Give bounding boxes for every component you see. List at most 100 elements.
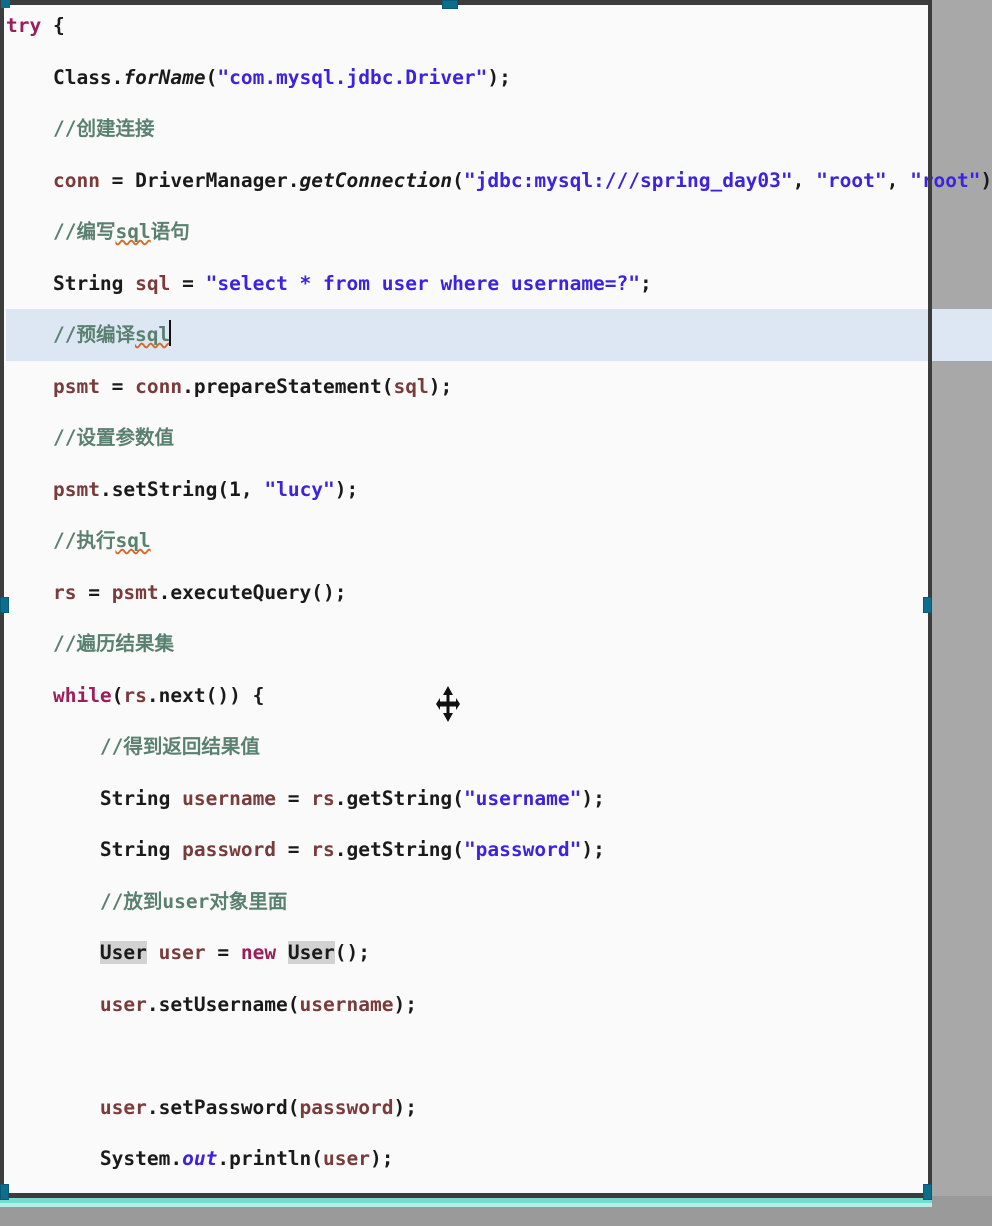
code-line[interactable]: String password = rs.getString("password… [6, 824, 992, 876]
resize-handle-top-left[interactable] [1, 0, 10, 8]
code-token: user [323, 1147, 371, 1170]
code-token: 对象里面 [209, 889, 288, 913]
code-token: println [229, 1147, 312, 1170]
code-token: //执行 [52, 529, 116, 552]
code-line[interactable]: psmt = conn.prepareStatement(sql); [6, 361, 992, 413]
code-token: = [276, 786, 312, 810]
code-line[interactable]: //创建连接 [6, 103, 992, 155]
code-line[interactable]: user.setUsername(username); [6, 979, 992, 1031]
code-token: String [99, 838, 171, 861]
code-token: ( [311, 1147, 324, 1170]
code-token: rs [123, 683, 147, 707]
code-line[interactable]: conn = DriverManager.getConnection("jdbc… [6, 155, 992, 207]
code-token: ()) { [205, 683, 265, 707]
code-token: user [99, 1095, 147, 1119]
text-caret [169, 320, 172, 346]
code-token: "jdbc:mysql:///spring_day03" [463, 168, 793, 192]
code-line[interactable]: User user = new User(); [6, 927, 992, 979]
code-token: . [158, 580, 171, 604]
code-line[interactable]: //遍历结果集 [6, 618, 992, 670]
code-line[interactable]: String sql = "select * from user where u… [6, 258, 992, 310]
code-token: ); [393, 1095, 417, 1119]
code-token: ( [111, 683, 124, 707]
code-line[interactable]: user.setPassword(password); [6, 1082, 992, 1134]
code-content[interactable]: try { Class.forName("com.mysql.jdbc.Driv… [0, 0, 992, 1226]
code-token: sql [115, 529, 151, 552]
code-line[interactable]: //得到返回结果值 [6, 721, 992, 773]
code-token: psmt [52, 374, 100, 398]
code-line[interactable]: //设置参数值 [6, 412, 992, 464]
code-token: sql [134, 323, 171, 346]
resize-handle-left-middle[interactable] [0, 597, 9, 613]
code-token: User [287, 941, 335, 964]
code-token: "com.mysql.jdbc.Driver" [217, 65, 488, 89]
code-token: psmt [111, 580, 159, 604]
code-token: ( [287, 1095, 300, 1119]
code-line[interactable]: System.out.println(user); [6, 1133, 992, 1185]
code-token: . [217, 1147, 230, 1170]
frame-bottom-shadow [0, 1207, 992, 1226]
code-token: ( [452, 786, 464, 810]
code-token: Class [52, 65, 112, 89]
code-token: sql [115, 220, 151, 243]
code-token: . [287, 168, 300, 192]
code-token: password [299, 1095, 394, 1119]
code-line[interactable]: //放到user对象里面 [6, 876, 992, 928]
code-token: //放到 [99, 889, 163, 913]
code-line[interactable]: //预编译sql [6, 309, 992, 361]
code-token: //得到返回结果值 [99, 735, 260, 758]
resize-handle-top-center[interactable] [442, 0, 458, 9]
code-token: psmt [52, 477, 100, 501]
code-token: { [41, 14, 65, 37]
code-line[interactable]: //执行sql [6, 515, 992, 567]
code-line[interactable]: while(rs.next()) { [6, 670, 992, 722]
code-token: (); [311, 580, 347, 604]
code-token: . [111, 65, 124, 89]
code-line[interactable] [6, 1030, 992, 1082]
code-line[interactable]: String username = rs.getString("username… [6, 773, 992, 825]
code-token: //遍历结果集 [52, 632, 174, 655]
code-token: "username" [463, 786, 582, 810]
code-token: executeQuery [170, 580, 312, 604]
code-token: , [792, 168, 817, 192]
code-token: username [299, 992, 394, 1016]
resize-handle-bottom-right[interactable] [923, 1184, 932, 1200]
code-token: . [146, 992, 159, 1016]
resize-handle-right-middle[interactable] [923, 597, 932, 613]
code-line[interactable]: psmt.setString(1, "lucy"); [6, 464, 992, 516]
code-token: next [158, 683, 206, 707]
resize-handle-bottom-left[interactable] [0, 1184, 9, 1200]
code-token: out [182, 1147, 218, 1170]
code-line[interactable]: //编写sql语句 [6, 206, 992, 258]
code-token: ); [393, 992, 417, 1016]
code-token: rs [311, 838, 335, 861]
code-token: "lucy" [264, 477, 335, 501]
code-token: DriverManager [135, 168, 288, 192]
code-line[interactable]: try { [6, 0, 992, 52]
code-token: ); [370, 1147, 394, 1170]
code-editor-pane[interactable]: try { Class.forName("com.mysql.jdbc.Driv… [0, 0, 992, 1222]
code-token: . [170, 1147, 183, 1170]
code-token: ); [334, 477, 359, 501]
code-token: rs [311, 786, 335, 810]
code-token: password [182, 838, 277, 861]
code-token: , [240, 477, 265, 501]
screen-root: try { Class.forName("com.mysql.jdbc.Driv… [0, 0, 992, 1226]
code-token: 语句 [150, 220, 190, 243]
code-line[interactable]: Class.forName("com.mysql.jdbc.Driver"); [6, 52, 992, 104]
code-line[interactable]: rs = psmt.executeQuery(); [6, 567, 992, 619]
code-token: //创建连接 [52, 117, 155, 140]
code-token: ( [452, 838, 464, 861]
